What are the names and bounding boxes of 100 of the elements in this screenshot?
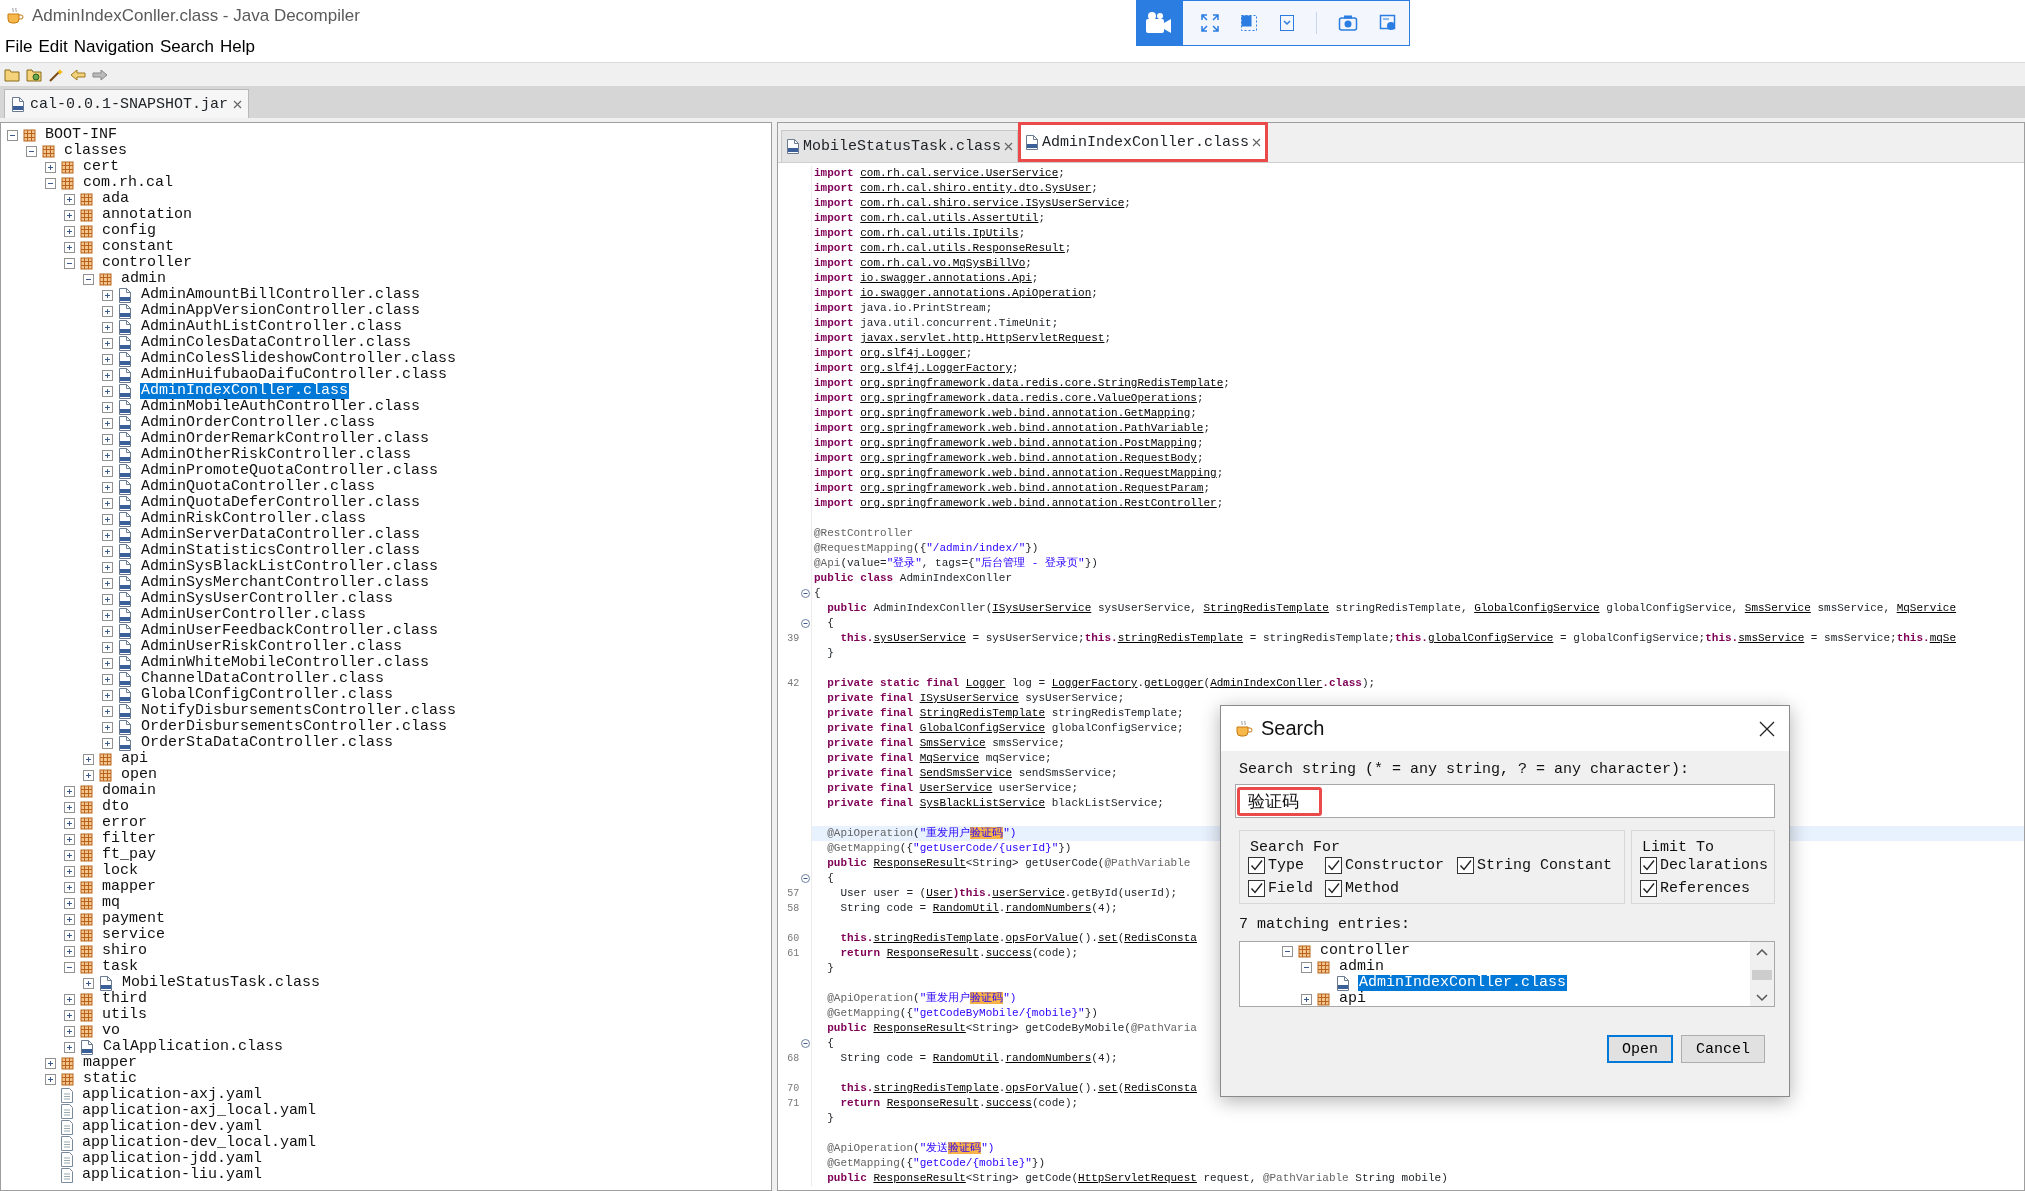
tree-item[interactable]: OrderDisbursementsController.class — [140, 719, 449, 735]
code-link[interactable]: ResponseResult — [886, 947, 980, 959]
code-link[interactable]: randomNumbers — [1005, 1052, 1092, 1064]
code-link[interactable]: SmsService — [919, 737, 986, 749]
scroll-down-icon[interactable] — [1756, 994, 1768, 1002]
tree-item[interactable]: AdminSysUserController.class — [140, 591, 395, 607]
tree-item[interactable]: utils — [101, 1007, 148, 1023]
code-link[interactable]: stringRedisTemplate — [873, 932, 999, 944]
tree-item[interactable]: CalApplication.class — [102, 1039, 285, 1055]
code-link[interactable]: RedisConsta — [1124, 1082, 1197, 1094]
scroll-up-icon[interactable] — [1756, 948, 1768, 956]
tree-item[interactable]: ft_pay — [101, 847, 157, 863]
expand-toggle[interactable] — [102, 289, 113, 301]
code-link[interactable]: org.springframework.web.bind.annotation.RequestParam — [860, 482, 1204, 494]
expand-toggle[interactable] — [64, 929, 75, 941]
tree-item[interactable]: AdminColesDataController.class — [140, 335, 413, 351]
tree-item[interactable]: api — [1338, 991, 1367, 1006]
code-link[interactable]: StringRedisTemplate — [1203, 602, 1329, 614]
expand-toggle[interactable] — [102, 321, 113, 333]
collapse-toggle[interactable] — [1301, 961, 1312, 973]
code-link[interactable]: set — [1097, 1082, 1118, 1094]
code-link[interactable]: SmsService — [1744, 602, 1811, 614]
search-field[interactable]: 验证码 — [1235, 784, 1775, 818]
expand-toggle[interactable] — [64, 785, 75, 797]
expand-toggle[interactable] — [1301, 993, 1312, 1005]
expand-toggle[interactable] — [102, 561, 113, 573]
expand-toggle[interactable] — [102, 385, 113, 397]
tree-item[interactable]: AdminStatisticsController.class — [140, 543, 422, 559]
code-link[interactable]: org.slf4j.LoggerFactory — [860, 362, 1013, 374]
fold-icon[interactable] — [800, 874, 810, 883]
code-link[interactable]: User — [926, 887, 953, 899]
editor-tab[interactable]: AdminIndexConller.class — [1018, 122, 1269, 162]
expand-toggle[interactable] — [102, 337, 113, 349]
tree-item[interactable]: AdminUserController.class — [140, 607, 368, 623]
checkbox[interactable]: Type — [1248, 857, 1325, 874]
tree-item[interactable]: GlobalConfigController.class — [140, 687, 395, 703]
collapse-toggle[interactable] — [64, 961, 75, 973]
menu-item[interactable]: Help — [216, 33, 258, 61]
expand-toggle[interactable] — [102, 705, 113, 717]
code-link[interactable]: opsForValue — [1005, 932, 1079, 944]
expand-toggle[interactable] — [102, 465, 113, 477]
code-link[interactable]: ISysUserService — [992, 602, 1092, 614]
tree-item[interactable]: config — [101, 223, 157, 239]
code-link[interactable]: SendSmsService — [919, 767, 1013, 779]
expand-toggle[interactable] — [45, 1057, 56, 1069]
code-link[interactable]: org.springframework.web.bind.annotation.GetMapping — [860, 407, 1191, 419]
code-link[interactable]: javax.servlet.http.HttpServletRequest — [860, 332, 1105, 344]
code-link[interactable]: getLogger — [1144, 677, 1204, 689]
code-link[interactable]: com.rh.cal.utils.IpUtils — [860, 227, 1019, 239]
tree-item[interactable]: AdminColesSlideshowController.class — [140, 351, 458, 367]
code-link[interactable]: smsService — [1738, 632, 1805, 644]
tree-item[interactable]: AdminIndexConller.class — [1358, 975, 1568, 991]
tree-item[interactable]: AdminIndexConller.class — [140, 383, 350, 399]
expand-toggle[interactable] — [102, 625, 113, 637]
tree-item[interactable]: vo — [101, 1023, 121, 1039]
tree-item[interactable]: application-jdd.yaml — [81, 1151, 264, 1167]
tree-item[interactable]: mapper — [82, 1055, 138, 1071]
expand-toggle[interactable] — [64, 801, 75, 813]
expand-toggle[interactable] — [102, 369, 113, 381]
expand-toggle[interactable] — [102, 673, 113, 685]
expand-toggle[interactable] — [64, 817, 75, 829]
code-link[interactable]: GlobalConfigService — [919, 722, 1046, 734]
tree-item[interactable]: controller — [1319, 943, 1411, 959]
tree-item[interactable]: AdminRiskController.class — [140, 511, 368, 527]
tree-item[interactable]: domain — [101, 783, 157, 799]
tree-item[interactable]: com.rh.cal — [82, 175, 174, 191]
expand-toggle[interactable] — [102, 641, 113, 653]
code-link[interactable]: com.rh.cal.shiro.service.ISysUserService — [860, 197, 1125, 209]
expand-toggle[interactable] — [83, 769, 94, 781]
code-link[interactable]: org.springframework.web.bind.annotation.RequestMapping — [860, 467, 1217, 479]
expand-toggle[interactable] — [83, 753, 94, 765]
wand-icon[interactable] — [48, 67, 64, 82]
expand-toggle[interactable] — [102, 545, 113, 557]
tree-item[interactable]: AdminOrderRemarkController.class — [140, 431, 431, 447]
forward-arrow-icon[interactable] — [92, 67, 108, 82]
tree-item[interactable]: admin — [1338, 959, 1385, 975]
expand-toggle[interactable] — [102, 305, 113, 317]
checkbox[interactable]: Constructor — [1325, 857, 1457, 874]
tree-item[interactable]: api — [120, 751, 149, 767]
tree-item[interactable]: ChannelDataController.class — [140, 671, 386, 687]
code-link[interactable]: RedisConsta — [1124, 932, 1197, 944]
tree-item[interactable]: BOOT-INF — [44, 127, 118, 143]
tree-item[interactable]: application-liu.yaml — [81, 1167, 264, 1183]
tree-item[interactable]: admin — [120, 271, 167, 287]
tree-item[interactable]: third — [101, 991, 148, 1007]
checkbox[interactable]: Field — [1248, 880, 1325, 897]
code-link[interactable]: stringRedisTemplate — [873, 1082, 999, 1094]
expand-toggle[interactable] — [64, 193, 75, 205]
code-link[interactable]: randomNumbers — [1005, 902, 1092, 914]
tree-item[interactable]: AdminSysBlackListController.class — [140, 559, 440, 575]
tree-item[interactable]: AdminUserFeedbackController.class — [140, 623, 440, 639]
checkbox[interactable]: Declarations — [1640, 857, 1769, 874]
expand-toggle[interactable] — [102, 417, 113, 429]
code-link[interactable]: org.slf4j.Logger — [860, 347, 966, 359]
code-link[interactable]: StringRedisTemplate — [919, 707, 1046, 719]
tree-item[interactable]: AdminAppVersionController.class — [140, 303, 422, 319]
menu-item[interactable]: Navigation — [70, 33, 158, 61]
code-link[interactable]: GlobalConfigService — [1474, 602, 1600, 614]
checkbox[interactable]: Method — [1325, 880, 1457, 897]
expand-toggle[interactable] — [64, 881, 75, 893]
